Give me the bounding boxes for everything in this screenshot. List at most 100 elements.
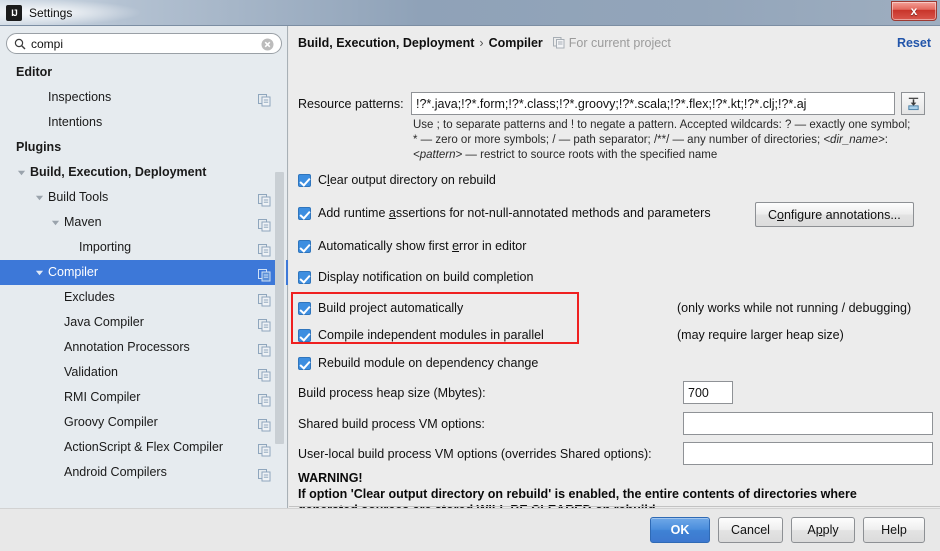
- copy-icon[interactable]: [258, 241, 271, 257]
- sidebar-item-plugins[interactable]: Plugins: [0, 135, 288, 160]
- sidebar-scrollbar-track[interactable]: [275, 60, 286, 508]
- copy-icon[interactable]: [258, 441, 271, 457]
- shared-vm-options-label: Shared build process VM options:: [298, 417, 485, 431]
- copy-icon[interactable]: [258, 391, 271, 407]
- sidebar-item-validation[interactable]: Validation: [0, 360, 288, 385]
- sidebar-item-annotation-processors[interactable]: Annotation Processors: [0, 335, 288, 360]
- sidebar-item-editor[interactable]: Editor: [0, 60, 288, 85]
- copy-icon[interactable]: [258, 416, 271, 432]
- sidebar-item-android-compilers[interactable]: Android Compilers: [0, 460, 288, 485]
- sidebar-item-label: Annotation Processors: [64, 340, 190, 354]
- checkbox-label: Clear output directory on rebuild: [318, 173, 496, 187]
- heap-size-input[interactable]: [683, 381, 733, 404]
- sidebar-item-build-tools[interactable]: Build Tools: [0, 185, 288, 210]
- search-container: [6, 33, 282, 54]
- checkbox-show-first-error[interactable]: Automatically show first error in editor: [298, 239, 526, 253]
- sidebar-item-maven[interactable]: Maven: [0, 210, 288, 235]
- sidebar-item-label: Build Tools: [48, 190, 109, 204]
- checkbox-label: Compile independent modules in parallel: [318, 328, 544, 342]
- sidebar-item-label: Excludes: [64, 290, 115, 304]
- apply-button[interactable]: Apply: [791, 517, 855, 543]
- settings-tree[interactable]: Editor Inspections Intentions Plugins Build,…: [0, 60, 288, 508]
- sidebar-item-inspections[interactable]: Inspections: [0, 85, 288, 110]
- sidebar-item-importing[interactable]: Importing: [0, 235, 288, 260]
- copy-icon[interactable]: [258, 341, 271, 357]
- clear-icon[interactable]: [261, 38, 274, 51]
- breadcrumb-leaf: Compiler: [488, 36, 543, 50]
- sidebar-item-compiler[interactable]: Compiler: [0, 260, 288, 285]
- copy-icon[interactable]: [258, 266, 271, 282]
- chevron-down-icon[interactable]: [34, 260, 44, 285]
- checkbox-icon[interactable]: [298, 206, 311, 220]
- resource-patterns-input[interactable]: [411, 92, 895, 115]
- copy-icon[interactable]: [258, 366, 271, 382]
- cancel-button[interactable]: Cancel: [718, 517, 783, 543]
- copy-icon[interactable]: [258, 291, 271, 307]
- expand-field-icon[interactable]: [901, 92, 925, 115]
- search-box[interactable]: [6, 33, 282, 54]
- hint-line-3-a: <pattern>: [413, 149, 463, 161]
- cancel-button-label: Cancel: [731, 523, 770, 537]
- heap-size-label: Build process heap size (Mbytes):: [298, 386, 486, 400]
- sidebar-item-java-compiler[interactable]: Java Compiler: [0, 310, 288, 335]
- chevron-down-icon[interactable]: [16, 160, 26, 185]
- sidebar-item-intentions[interactable]: Intentions: [0, 110, 288, 135]
- checkbox-icon[interactable]: [298, 328, 311, 342]
- copy-icon[interactable]: [258, 316, 271, 332]
- shared-vm-options-input[interactable]: [683, 412, 933, 435]
- warning-title: WARNING!: [298, 471, 363, 485]
- sidebar-item-actionscript-flex-compiler[interactable]: ActionScript & Flex Compiler: [0, 435, 288, 460]
- checkbox-icon[interactable]: [298, 173, 311, 187]
- sidebar-item-label: Maven: [64, 215, 102, 229]
- copy-icon[interactable]: [258, 191, 271, 207]
- sidebar-item-groovy-compiler[interactable]: Groovy Compiler: [0, 410, 288, 435]
- checkbox-label: Rebuild module on dependency change: [318, 356, 539, 370]
- userlocal-vm-options-input[interactable]: [683, 442, 933, 465]
- checkbox-display-notification[interactable]: Display notification on build completion: [298, 270, 533, 284]
- hint-line-3: <pattern> — restrict to source roots wit…: [413, 148, 940, 163]
- checkbox-clear-output-directory[interactable]: Clear output directory on rebuild: [298, 173, 496, 187]
- expand-field-glyph: [907, 97, 919, 111]
- sidebar-item-build-execution-deployment[interactable]: Build, Execution, Deployment: [0, 160, 288, 185]
- search-input[interactable]: [31, 36, 241, 51]
- hint-line-2-b: <dir_name>: [823, 134, 885, 146]
- chevron-down-icon[interactable]: [34, 185, 44, 210]
- window-title: Settings: [29, 5, 73, 20]
- close-icon[interactable]: x: [891, 1, 937, 21]
- copy-icon[interactable]: [258, 91, 271, 107]
- checkbox-compile-independent-modules-in-parallel[interactable]: Compile independent modules in parallel: [298, 328, 544, 342]
- sidebar-item-label: Editor: [16, 65, 53, 79]
- breadcrumb-root[interactable]: Build, Execution, Deployment: [298, 36, 474, 50]
- hint-line-3-b: — restrict to source roots with the spec…: [462, 149, 718, 161]
- help-button[interactable]: Help: [863, 517, 925, 543]
- chevron-down-icon[interactable]: [50, 210, 60, 235]
- settings-sidebar: Editor Inspections Intentions Plugins Build,…: [0, 26, 288, 508]
- sidebar-scrollbar-thumb[interactable]: [275, 172, 284, 444]
- copy-icon[interactable]: [258, 466, 271, 482]
- ok-button[interactable]: OK: [650, 517, 710, 543]
- sidebar-item-label: RMI Compiler: [64, 390, 141, 404]
- sidebar-item-label: Intentions: [48, 115, 103, 129]
- copy-icon: [552, 37, 565, 49]
- sidebar-item-excludes[interactable]: Excludes: [0, 285, 288, 310]
- sidebar-item-label: Android Compilers: [64, 465, 167, 479]
- help-button-label: Help: [881, 523, 907, 537]
- sidebar-item-label: Validation: [64, 365, 118, 379]
- sidebar-item-label: Plugins: [16, 140, 62, 154]
- checkbox-icon[interactable]: [298, 270, 311, 284]
- checkbox-icon[interactable]: [298, 356, 311, 370]
- checkbox-add-runtime-assertions[interactable]: Add runtime assertions for not-null-anno…: [298, 206, 711, 220]
- intellij-idea-icon: IJ: [6, 4, 22, 21]
- warning-line-1: If option 'Clear output directory on reb…: [298, 487, 857, 501]
- configure-annotations-button[interactable]: Configure annotations...: [755, 202, 914, 227]
- sidebar-item-rmi-compiler[interactable]: RMI Compiler: [0, 385, 288, 410]
- sidebar-item-label: Compiler: [48, 265, 99, 279]
- checkbox-icon[interactable]: [298, 301, 311, 315]
- checkbox-build-project-automatically[interactable]: Build project automatically: [298, 301, 463, 315]
- copy-icon[interactable]: [258, 216, 271, 232]
- sidebar-item-label: Java Compiler: [64, 315, 144, 329]
- reset-link[interactable]: Reset: [897, 36, 931, 50]
- checkbox-rebuild-module-on-dependency-change[interactable]: Rebuild module on dependency change: [298, 356, 538, 370]
- checkbox-icon[interactable]: [298, 239, 311, 253]
- dialog-body: Editor Inspections Intentions Plugins Build,…: [0, 26, 940, 517]
